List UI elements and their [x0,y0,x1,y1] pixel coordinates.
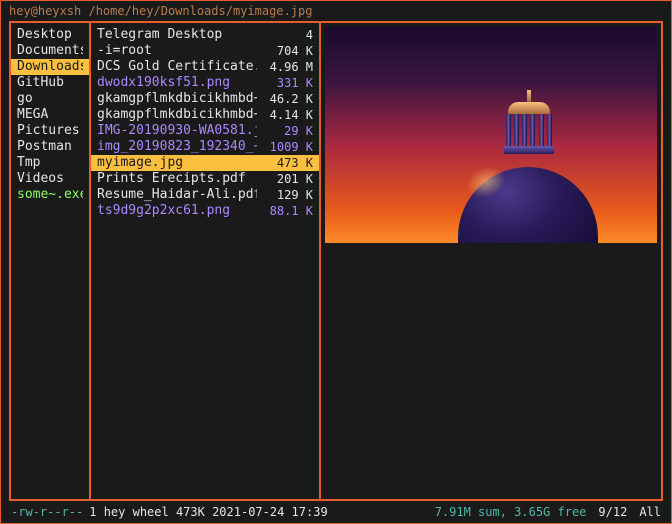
file-name: DCS Gold Certificate.pdf [97,59,257,75]
dir-item[interactable]: Tmp [11,155,89,171]
file-name: Prints Erecipts.pdf [97,171,257,187]
dir-item[interactable]: Desktop [11,27,89,43]
file-size: 4.14 K [257,107,313,123]
dir-item[interactable]: Postman [11,139,89,155]
scroll-indicator: All [639,505,661,519]
file-size: 129 K [257,187,313,203]
file-item[interactable]: gkamgpflmkdbicikhmbd~.csv4.14 K [91,107,319,123]
file-name: Telegram Desktop [97,27,257,43]
directory-pane[interactable]: DesktopDocumentsDownloadsGitHubgoMEGAPic… [11,23,91,499]
dir-name: GitHub [17,75,83,91]
titlebar: hey@heyxsh /home/hey/Downloads/myimage.j… [1,1,671,21]
file-size: 4 [257,27,313,43]
file-size: 29 K [257,123,313,139]
disk-summary: 7.91M sum, 3.65G free [435,505,587,519]
file-pane[interactable]: Telegram Desktop4-i=root704 KDCS Gold Ce… [91,23,321,499]
dir-name: Downloads [17,59,83,75]
dir-name: Tmp [17,155,83,171]
file-name: Resume_Haidar-Ali.pdf [97,187,257,203]
file-size: 88.1 K [257,203,313,219]
file-size: 4.96 M [257,59,313,75]
status-bar: -rw-r--r-- 1 hey wheel 473K 2021-07-24 1… [1,501,671,523]
file-item[interactable]: Resume_Haidar-Ali.pdf129 K [91,187,319,203]
file-item[interactable]: Prints Erecipts.pdf201 K [91,171,319,187]
file-item[interactable]: -i=root704 K [91,43,319,59]
dir-item[interactable]: go [11,91,89,107]
file-info: 1 hey wheel 473K 2021-07-24 17:39 [89,505,327,519]
dir-item[interactable]: some~.exe [11,187,89,203]
file-size: 1009 K [257,139,313,155]
dir-name: Postman [17,139,83,155]
dir-item[interactable]: Pictures [11,123,89,139]
image-preview [325,27,657,243]
file-size: 331 K [257,75,313,91]
file-item[interactable]: IMG-20190930-WA0581.jpg29 K [91,123,319,139]
position-indicator: 9/12 [598,505,627,519]
preview-pane [321,23,661,499]
dir-name: Pictures [17,123,83,139]
file-item[interactable]: myimage.jpg473 K [91,155,319,171]
file-size: 201 K [257,171,313,187]
file-name: -i=root [97,43,257,59]
file-name: gkamgpflmkdbicikhmbd~.csv [97,91,257,107]
dir-item[interactable]: Documents [11,43,89,59]
file-name: gkamgpflmkdbicikhmbd~.csv [97,107,257,123]
dir-name: go [17,91,83,107]
file-manager-window: hey@heyxsh /home/hey/Downloads/myimage.j… [0,0,672,524]
dome-illustration [458,87,598,243]
file-size: 704 K [257,43,313,59]
dir-name: some~.exe [17,187,83,203]
dir-name: MEGA [17,107,83,123]
file-name: ts9d9g2p2xc61.png [97,203,257,219]
dir-name: Videos [17,171,83,187]
file-item[interactable]: img_20190823_192340_~.jpg1009 K [91,139,319,155]
file-name: IMG-20190930-WA0581.jpg [97,123,257,139]
file-size: 473 K [257,155,313,171]
file-permissions: -rw-r--r-- [11,505,83,519]
file-size: 46.2 K [257,91,313,107]
file-item[interactable]: dwodx190ksf51.png331 K [91,75,319,91]
dir-item[interactable]: Downloads [11,59,89,75]
file-name: dwodx190ksf51.png [97,75,257,91]
file-name: img_20190823_192340_~.jpg [97,139,257,155]
dir-item[interactable]: Videos [11,171,89,187]
dir-name: Desktop [17,27,83,43]
file-item[interactable]: Telegram Desktop4 [91,27,319,43]
titlebar-text: hey@heyxsh /home/hey/Downloads/myimage.j… [9,4,312,18]
panels: DesktopDocumentsDownloadsGitHubgoMEGAPic… [9,21,663,501]
dir-name: Documents [17,43,83,59]
dir-item[interactable]: MEGA [11,107,89,123]
file-item[interactable]: gkamgpflmkdbicikhmbd~.csv46.2 K [91,91,319,107]
file-name: myimage.jpg [97,155,257,171]
file-item[interactable]: ts9d9g2p2xc61.png88.1 K [91,203,319,219]
file-item[interactable]: DCS Gold Certificate.pdf4.96 M [91,59,319,75]
dir-item[interactable]: GitHub [11,75,89,91]
